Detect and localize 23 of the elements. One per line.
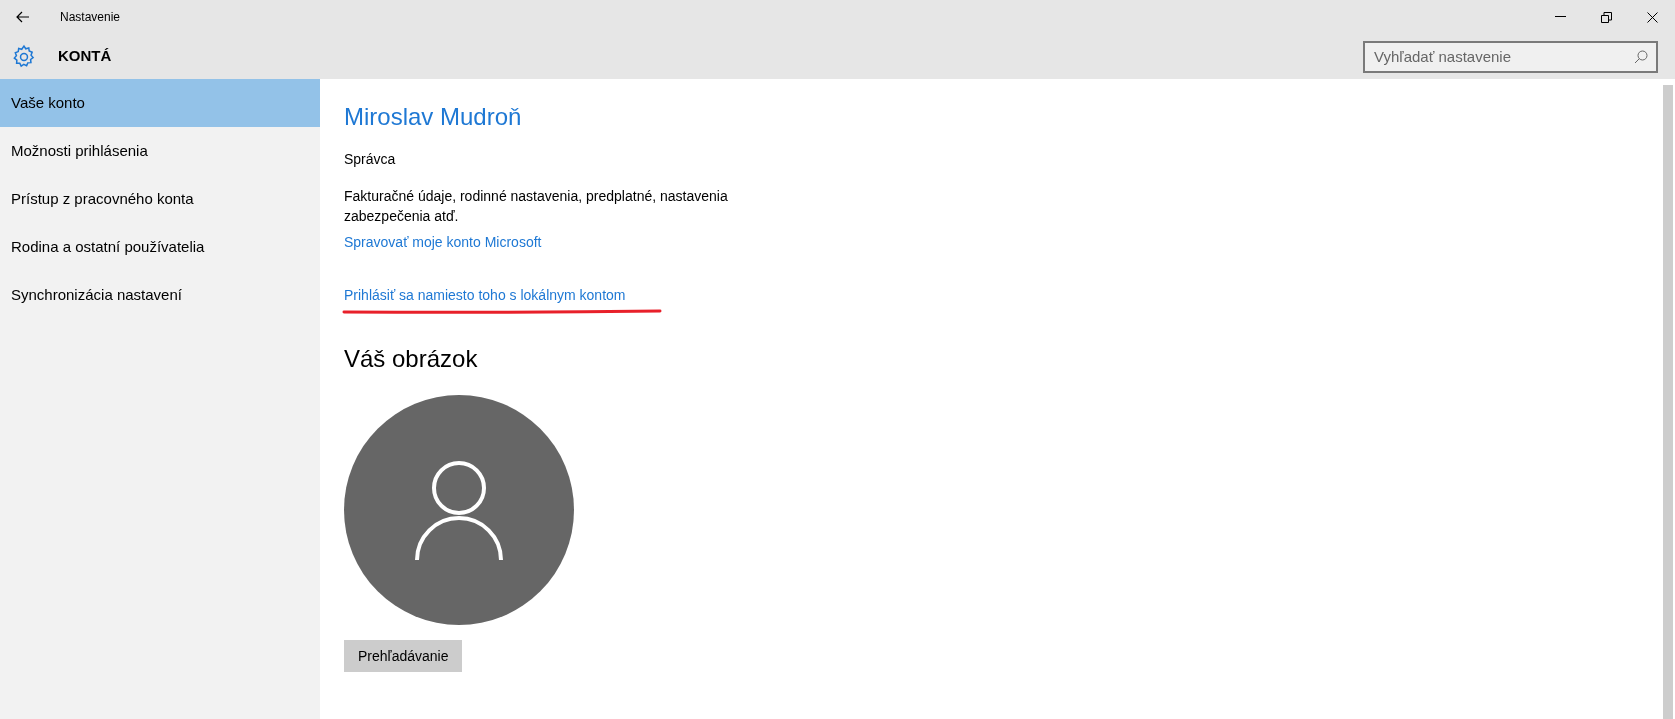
close-icon	[1646, 11, 1658, 23]
scrollbar[interactable]	[1663, 85, 1673, 719]
browse-button[interactable]: Prehľadávanie	[344, 640, 463, 672]
sidebar-item[interactable]: Vaše konto	[0, 79, 320, 127]
local-account-link[interactable]: Prihlásiť sa namiesto toho s lokálnym kontom	[344, 285, 626, 306]
person-icon	[415, 460, 503, 560]
account-name: Miroslav Mudroň	[344, 102, 523, 132]
sidebar-item[interactable]: Možnosti prihlásenia	[0, 127, 320, 175]
window-title: Nastavenie	[60, 9, 121, 26]
restore-icon	[1600, 11, 1612, 23]
account-role: Správca	[344, 150, 397, 169]
search-field[interactable]: Vyhľadať nastavenie	[1363, 40, 1658, 73]
sidebar-item[interactable]: Prístup z pracovného konta	[0, 175, 320, 223]
settings-icon	[11, 43, 37, 70]
search-icon	[1634, 49, 1648, 64]
back-arrow-icon	[16, 11, 30, 23]
section-title: KONTÁ	[58, 46, 112, 67]
manage-account-link[interactable]: Spravovať moje konto Microsoft	[344, 232, 542, 253]
account-description: Fakturačné údaje, rodinné nastavenia, predplatné, nastavenia zabezpečenia atď.	[344, 187, 729, 226]
sidebar-item[interactable]: Rodina a ostatní používatelia	[0, 223, 320, 271]
minimize-icon	[1554, 16, 1566, 18]
sidebar-item[interactable]: Synchronizácia nastavení	[0, 271, 320, 319]
picture-title: Váš obrázok	[344, 344, 479, 374]
